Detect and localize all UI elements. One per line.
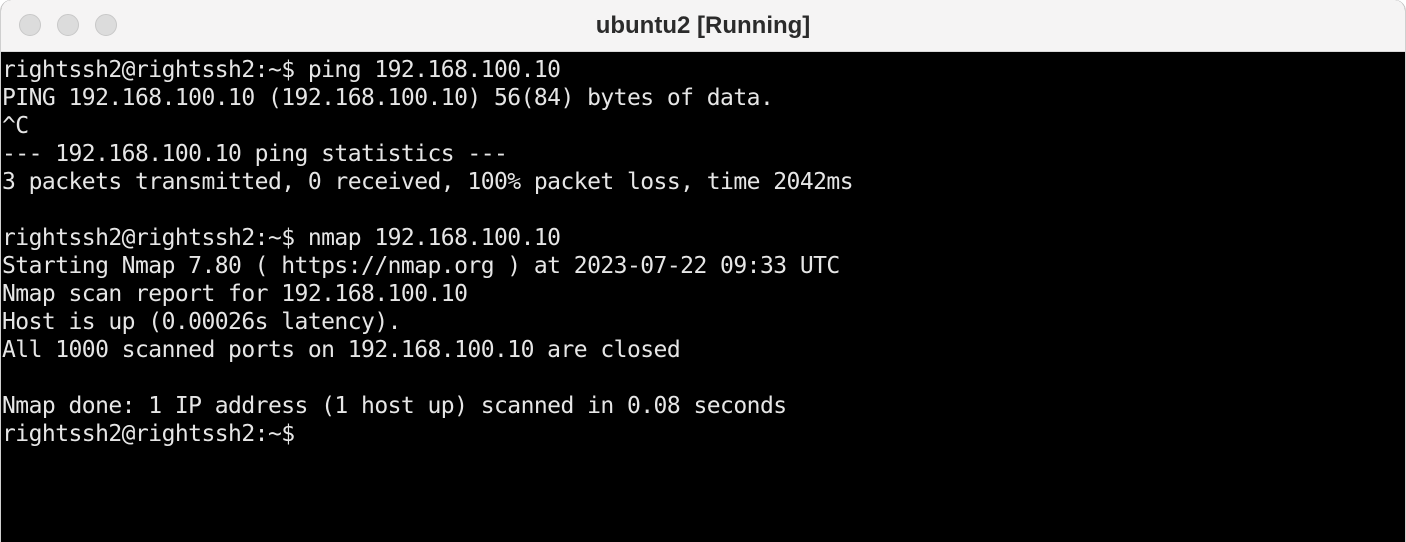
terminal-line: All 1000 scanned ports on 192.168.100.10… <box>2 337 681 363</box>
terminal-line: rightssh2@rightssh2:~$ ping 192.168.100.… <box>2 57 561 83</box>
terminal-line: Host is up (0.00026s latency). <box>2 309 401 335</box>
terminal-line: ^C <box>2 113 29 139</box>
terminal-line: PING 192.168.100.10 (192.168.100.10) 56(… <box>2 85 774 111</box>
terminal-prompt[interactable]: rightssh2@rightssh2:~$ <box>2 420 1405 448</box>
title-bar[interactable]: ubuntu2 [Running] <box>1 0 1405 52</box>
terminal-line: rightssh2@rightssh2:~$ nmap 192.168.100.… <box>2 225 561 251</box>
terminal-line: Nmap scan report for 192.168.100.10 <box>2 281 468 307</box>
terminal-line: --- 192.168.100.10 ping statistics --- <box>2 141 508 167</box>
terminal-screen[interactable]: rightssh2@rightssh2:~$ ping 192.168.100.… <box>2 56 1405 542</box>
terminal-line: 3 packets transmitted, 0 received, 100% … <box>2 169 854 195</box>
terminal-line: Nmap done: 1 IP address (1 host up) scan… <box>2 393 787 419</box>
vm-window: ubuntu2 [Running] rightssh2@rightssh2:~$… <box>0 0 1406 542</box>
window-title: ubuntu2 [Running] <box>595 12 811 39</box>
terminal-line: Starting Nmap 7.80 ( https://nmap.org ) … <box>2 253 840 279</box>
